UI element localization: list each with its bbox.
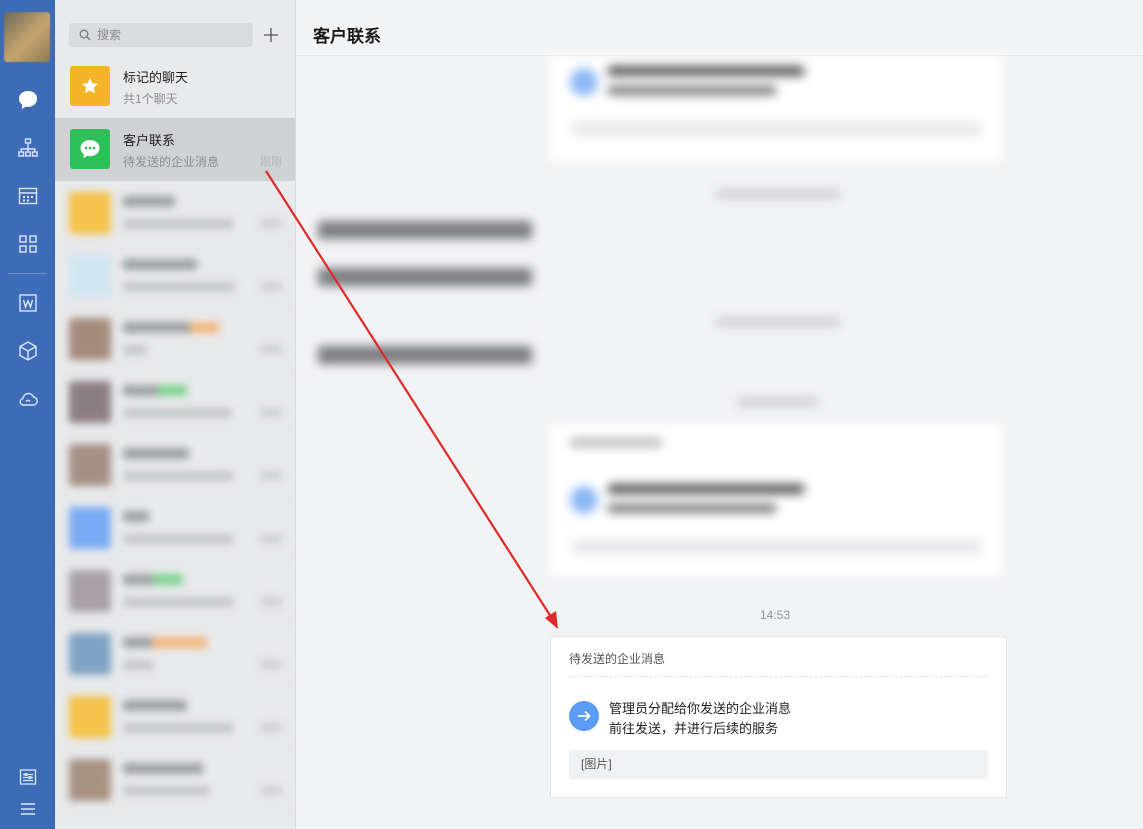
list-item[interactable] bbox=[55, 370, 295, 433]
list-item[interactable] bbox=[55, 622, 295, 685]
chat-item-starred[interactable]: 标记的聊天 共1个聊天 bbox=[55, 55, 295, 118]
chat-icon[interactable] bbox=[0, 85, 55, 115]
blurred-history bbox=[296, 56, 1143, 586]
card-title: 待发送的企业消息 bbox=[569, 652, 666, 666]
card-description: 前往发送，并进行后续的服务 bbox=[609, 721, 779, 736]
chat-subtitle: 待发送的企业消息 bbox=[123, 155, 220, 169]
chat-title: 标记的聊天 bbox=[123, 70, 189, 85]
star-icon bbox=[70, 66, 110, 106]
cube-icon[interactable] bbox=[0, 336, 55, 366]
list-item[interactable] bbox=[55, 748, 295, 811]
add-button[interactable] bbox=[260, 23, 282, 47]
avatar[interactable] bbox=[4, 12, 50, 62]
settings-icon[interactable] bbox=[0, 762, 55, 792]
blurred-chat-list bbox=[55, 181, 295, 811]
card-headline: 管理员分配给你发送的企业消息 bbox=[609, 701, 792, 716]
chat-title: 客户联系 bbox=[123, 133, 176, 148]
list-item[interactable] bbox=[55, 496, 295, 559]
message-timestamp: 14:53 bbox=[760, 608, 791, 622]
left-rail bbox=[0, 0, 55, 829]
message-bubble-icon bbox=[70, 129, 110, 169]
search-icon bbox=[79, 29, 91, 41]
chat-item-customer-contact[interactable]: 客户联系 待发送的企业消息 刚刚 bbox=[55, 118, 295, 181]
chat-list-sidebar: 标记的聊天 共1个聊天 客户联系 待发送的企业消息 刚刚 bbox=[55, 0, 296, 829]
rail-divider bbox=[8, 273, 47, 274]
search-box[interactable] bbox=[69, 23, 253, 47]
list-item[interactable] bbox=[55, 244, 295, 307]
apps-icon[interactable] bbox=[0, 229, 55, 259]
chat-time: 刚刚 bbox=[260, 156, 282, 168]
list-item[interactable] bbox=[55, 685, 295, 748]
page-title: 客户联系 bbox=[313, 27, 381, 46]
conversation-pane: 客户联系 14:53 待发送的企业消息 管理员分配给你发送的企业消息 前往发送，… bbox=[296, 0, 1143, 829]
chat-subtitle: 共1个聊天 bbox=[123, 92, 178, 106]
conversation-header: 客户联系 bbox=[296, 0, 1143, 56]
cloud-icon[interactable] bbox=[0, 384, 55, 414]
attachment-preview[interactable]: [图片] bbox=[569, 750, 988, 779]
enterprise-message-card[interactable]: 待发送的企业消息 管理员分配给你发送的企业消息 前往发送，并进行后续的服务 [图… bbox=[550, 636, 1007, 798]
menu-icon[interactable] bbox=[0, 794, 55, 824]
list-item[interactable] bbox=[55, 307, 295, 370]
arrow-right-icon bbox=[569, 701, 599, 731]
plus-icon bbox=[264, 28, 278, 42]
org-icon[interactable] bbox=[0, 133, 55, 163]
doc-icon[interactable] bbox=[0, 288, 55, 318]
search-input[interactable] bbox=[97, 28, 237, 42]
list-item[interactable] bbox=[55, 559, 295, 622]
card-divider bbox=[569, 676, 988, 677]
list-item[interactable] bbox=[55, 181, 295, 244]
calendar-icon[interactable] bbox=[0, 181, 55, 211]
list-item[interactable] bbox=[55, 433, 295, 496]
